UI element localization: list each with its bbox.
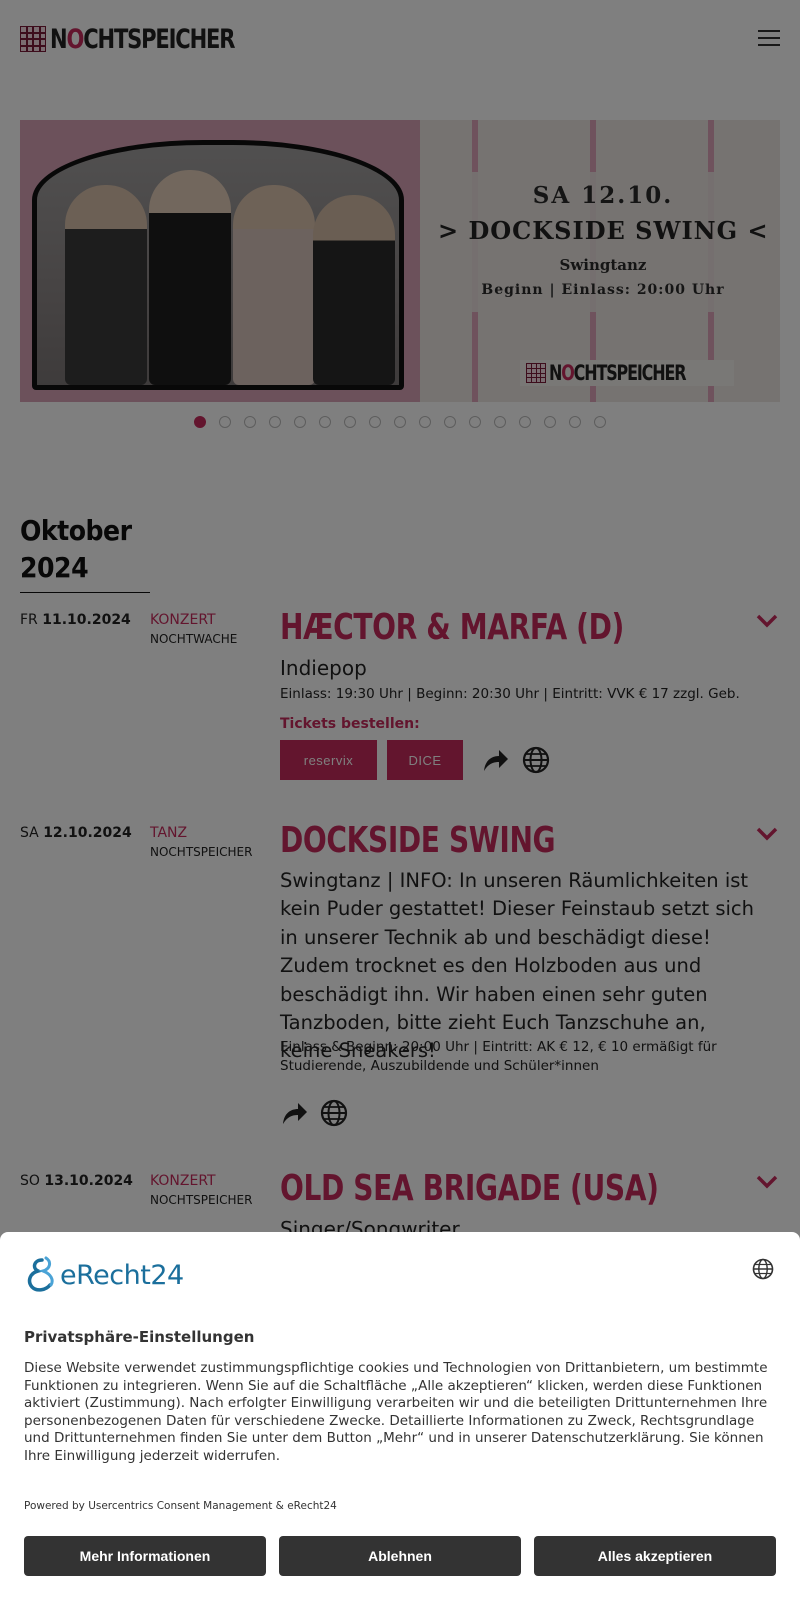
more-info-button[interactable]: Mehr Informationen — [24, 1536, 266, 1576]
consent-title: Privatsphäre-Einstellungen — [24, 1328, 255, 1346]
consent-powered-by: Powered by Usercentrics Consent Manageme… — [24, 1500, 337, 1512]
erecht24-brand: eRecht24 — [60, 1259, 184, 1291]
erecht24-logo-icon — [27, 1256, 54, 1292]
consent-dialog: eRecht24 Privatsphäre-Einstellungen Dies… — [0, 1232, 800, 1600]
language-globe-icon[interactable] — [752, 1258, 774, 1280]
consent-text: Diese Website verwendet zustimmungspflic… — [24, 1360, 768, 1464]
accept-all-button[interactable]: Alles akzeptieren — [534, 1536, 776, 1576]
deny-button[interactable]: Ablehnen — [279, 1536, 521, 1576]
erecht24-logo: eRecht24 — [24, 1256, 184, 1294]
page: NOCHTSPEICHER SA 12.10. > DOCKSIDE SWING… — [0, 0, 800, 1600]
